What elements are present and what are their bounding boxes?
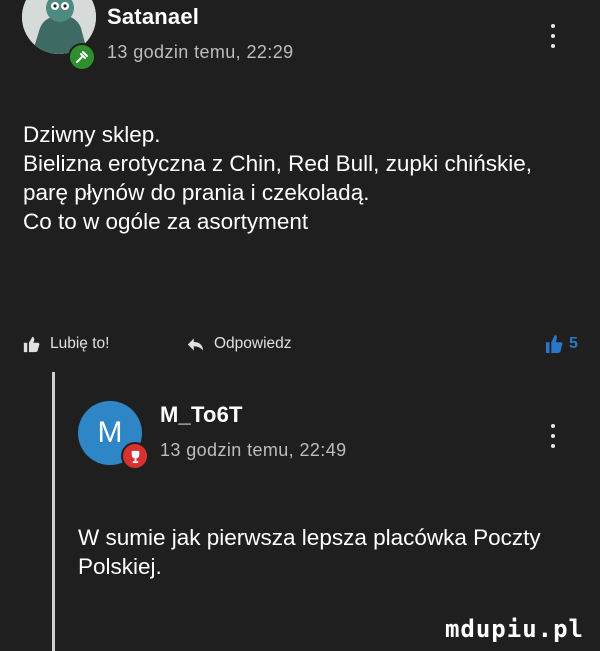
comment-line: Bielizna erotyczna z Chin, Red Bull, zup… xyxy=(23,151,532,176)
reply-body: W sumie jak pierwsza lepsza placówka Poc… xyxy=(78,523,541,581)
comment-line: Dziwny sklep. xyxy=(23,122,161,147)
watermark-logo: mdupiu.pl xyxy=(436,613,592,645)
like-count: 5 xyxy=(569,335,578,352)
thread-line xyxy=(52,372,55,651)
comment-body: Dziwny sklep. Bielizna erotyczna z Chin,… xyxy=(23,120,532,236)
reply-author[interactable]: M_To6T xyxy=(160,402,243,428)
reply-arrow-icon xyxy=(187,338,204,350)
reply-button[interactable]: Odpowiedz xyxy=(187,335,292,353)
reply-label: Odpowiedz xyxy=(214,335,292,352)
reply-line: Polskiej. xyxy=(78,554,162,579)
comment-thread: Satanael 13 godzin temu, 22:29 Dziwny sk… xyxy=(0,0,600,651)
comment-author[interactable]: Satanael xyxy=(107,4,199,30)
thumbs-up-icon xyxy=(23,336,40,352)
rank-badge-icon xyxy=(68,43,96,71)
comment-line: Co to w ogóle za asortyment xyxy=(23,209,309,234)
comment-timestamp: 13 godzin temu, 22:29 xyxy=(107,42,294,62)
reply-line: W sumie jak pierwsza lepsza placówka Poc… xyxy=(78,525,541,550)
like-counter: 5 xyxy=(545,334,578,354)
more-vertical-icon[interactable] xyxy=(543,20,563,52)
comment-line: parę płynów do prania i czekoladą. xyxy=(23,180,370,205)
more-vertical-icon[interactable] xyxy=(543,420,563,452)
thumbs-up-icon xyxy=(545,335,563,353)
like-label: Lubię to! xyxy=(50,335,110,352)
reply-timestamp: 13 godzin temu, 22:49 xyxy=(160,440,347,460)
avatar-letter: M xyxy=(97,416,123,449)
trophy-badge-icon xyxy=(121,442,149,470)
like-button[interactable]: Lubię to! xyxy=(23,335,109,353)
